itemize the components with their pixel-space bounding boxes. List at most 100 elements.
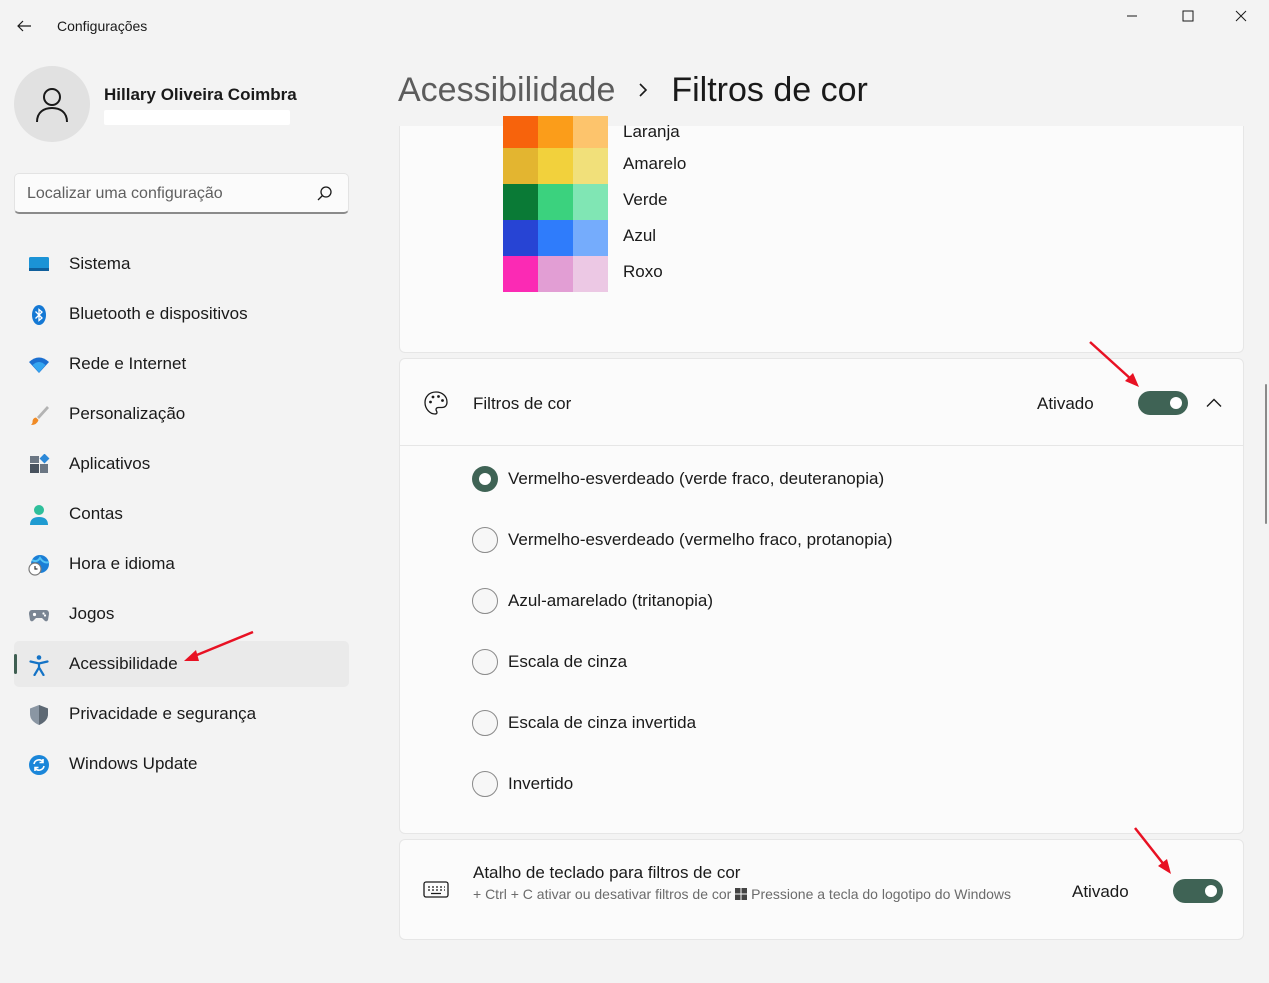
shortcut-desc-part2: Pressione a tecla do logotipo do Windows — [751, 886, 1012, 902]
filter-option[interactable]: Vermelho-esverdeado (vermelho fraco, pro… — [472, 526, 893, 554]
bluetooth-icon — [28, 304, 50, 326]
sidebar-item-label: Acessibilidade — [69, 654, 178, 673]
color-swatch — [573, 184, 608, 220]
accessibility-icon — [28, 654, 50, 676]
palette-icon — [422, 389, 450, 417]
radio-button[interactable] — [472, 466, 498, 492]
sidebar-item-privacidade[interactable]: Privacidade e segurança — [14, 691, 349, 737]
sidebar-item-label: Windows Update — [69, 754, 198, 773]
sidebar-item-acessibilidade[interactable]: Acessibilidade — [14, 641, 349, 687]
minimize-button[interactable] — [1104, 0, 1160, 32]
sidebar-item-jogos[interactable]: Jogos — [14, 591, 349, 637]
sidebar-item-label: Aplicativos — [69, 454, 151, 473]
swatch-row — [503, 220, 608, 256]
search-icon[interactable] — [316, 185, 334, 203]
radio-button[interactable] — [472, 527, 498, 553]
color-swatch — [538, 148, 573, 184]
filter-option-label: Escala de cinza — [508, 652, 628, 671]
sidebar-item-label: Rede e Internet — [69, 354, 187, 373]
swatch-row — [503, 116, 608, 152]
filter-option[interactable]: Escala de cinza invertida — [472, 709, 696, 737]
swatch-label: Roxo — [623, 262, 663, 281]
color-swatch — [503, 220, 538, 256]
search-input[interactable] — [27, 182, 307, 206]
shortcut-desc-part1: + Ctrl + C ativar ou desativar filtros d… — [473, 886, 732, 902]
app-title: Configurações — [57, 18, 148, 34]
clock-globe-icon — [28, 554, 50, 576]
sidebar-item-label: Bluetooth e dispositivos — [69, 304, 248, 323]
color-swatch — [573, 116, 608, 152]
back-button[interactable] — [10, 12, 38, 40]
filter-option-label: Azul-amarelado (tritanopia) — [508, 591, 714, 610]
color-filters-card: Filtros de cor Ativado Vermelho-esverdea… — [399, 358, 1244, 834]
close-icon — [1235, 10, 1247, 22]
color-swatch — [503, 116, 538, 152]
shortcut-card: Atalho de teclado para filtros de cor + … — [399, 839, 1244, 940]
chevron-right-icon — [637, 82, 649, 98]
chevron-up-icon[interactable] — [1200, 389, 1228, 417]
shortcut-toggle[interactable] — [1173, 879, 1223, 903]
swatch-label: Laranja — [623, 122, 680, 141]
color-swatch — [538, 256, 573, 292]
color-swatch — [573, 148, 608, 184]
sidebar-item-label: Privacidade e segurança — [69, 704, 257, 723]
filter-option-label: Vermelho-esverdeado (verde fraco, deuter… — [508, 469, 885, 488]
settings-window: Configurações Hillary Oliveira Coimbra L… — [0, 0, 1269, 983]
title-bar: Configurações — [0, 0, 1269, 52]
user-email-redacted — [104, 110, 290, 125]
color-swatch — [538, 184, 573, 220]
sidebar-item-label: Jogos — [69, 604, 115, 623]
sidebar-item-rede[interactable]: Rede e Internet — [14, 341, 349, 387]
sidebar-item-personalizacao[interactable]: Personalização — [14, 391, 349, 437]
shield-icon — [28, 704, 50, 726]
shortcut-description: + Ctrl + C ativar ou desativar filtros d… — [473, 884, 1018, 904]
color-swatch — [503, 256, 538, 292]
sidebar-item-label: Personalização — [69, 404, 186, 423]
windows-logo-icon — [735, 888, 748, 900]
close-button[interactable] — [1213, 0, 1269, 32]
color-swatch — [538, 220, 573, 256]
active-indicator — [14, 654, 17, 674]
search-box[interactable] — [14, 173, 349, 214]
keyboard-icon — [422, 876, 450, 904]
scrollbar-thumb[interactable] — [1265, 384, 1267, 524]
maximize-icon — [1182, 10, 1194, 22]
filter-option-label: Vermelho-esverdeado (vermelho fraco, pro… — [508, 530, 893, 549]
maximize-button[interactable] — [1160, 0, 1216, 32]
filter-option[interactable]: Azul-amarelado (tritanopia) — [472, 587, 713, 615]
color-filters-state: Ativado — [1037, 394, 1094, 413]
sidebar-item-label: Hora e idioma — [69, 554, 175, 573]
sidebar-item-aplicativos[interactable]: Aplicativos — [14, 441, 349, 487]
monitor-icon — [28, 254, 50, 276]
color-swatch — [503, 184, 538, 220]
update-icon — [28, 754, 50, 776]
color-swatch — [573, 220, 608, 256]
avatar[interactable] — [14, 66, 90, 142]
sidebar-item-bluetooth[interactable]: Bluetooth e dispositivos — [14, 291, 349, 337]
swatch-label: Verde — [623, 190, 668, 209]
sidebar-item-windows-update[interactable]: Windows Update — [14, 741, 349, 787]
filter-option[interactable]: Escala de cinza — [472, 648, 627, 676]
radio-button[interactable] — [472, 710, 498, 736]
radio-button[interactable] — [472, 588, 498, 614]
sidebar-item-label: Contas — [69, 504, 123, 523]
radio-button[interactable] — [472, 771, 498, 797]
sidebar-item-contas[interactable]: Contas — [14, 491, 349, 537]
breadcrumb-parent[interactable]: Acessibilidade — [398, 71, 615, 110]
user-name: Hillary Oliveira Coimbra — [104, 85, 297, 104]
filter-option[interactable]: Invertido — [472, 770, 573, 798]
sidebar-item-sistema[interactable]: Sistema — [14, 241, 349, 287]
swatch-row — [503, 256, 608, 292]
color-filters-toggle[interactable] — [1138, 391, 1188, 415]
color-filters-header[interactable]: Filtros de cor Ativado — [400, 359, 1243, 446]
arrow-left-icon — [17, 20, 31, 32]
sidebar-item-hora-idioma[interactable]: Hora e idioma — [14, 541, 349, 587]
person-icon — [36, 88, 68, 123]
swatch-row — [503, 148, 608, 184]
toggle-knob — [1205, 885, 1217, 897]
color-swatch — [573, 256, 608, 292]
radio-button[interactable] — [472, 649, 498, 675]
filter-option[interactable]: Vermelho-esverdeado (verde fraco, deuter… — [472, 465, 884, 493]
filter-option-label: Escala de cinza invertida — [508, 713, 697, 732]
minimize-icon — [1127, 15, 1137, 17]
